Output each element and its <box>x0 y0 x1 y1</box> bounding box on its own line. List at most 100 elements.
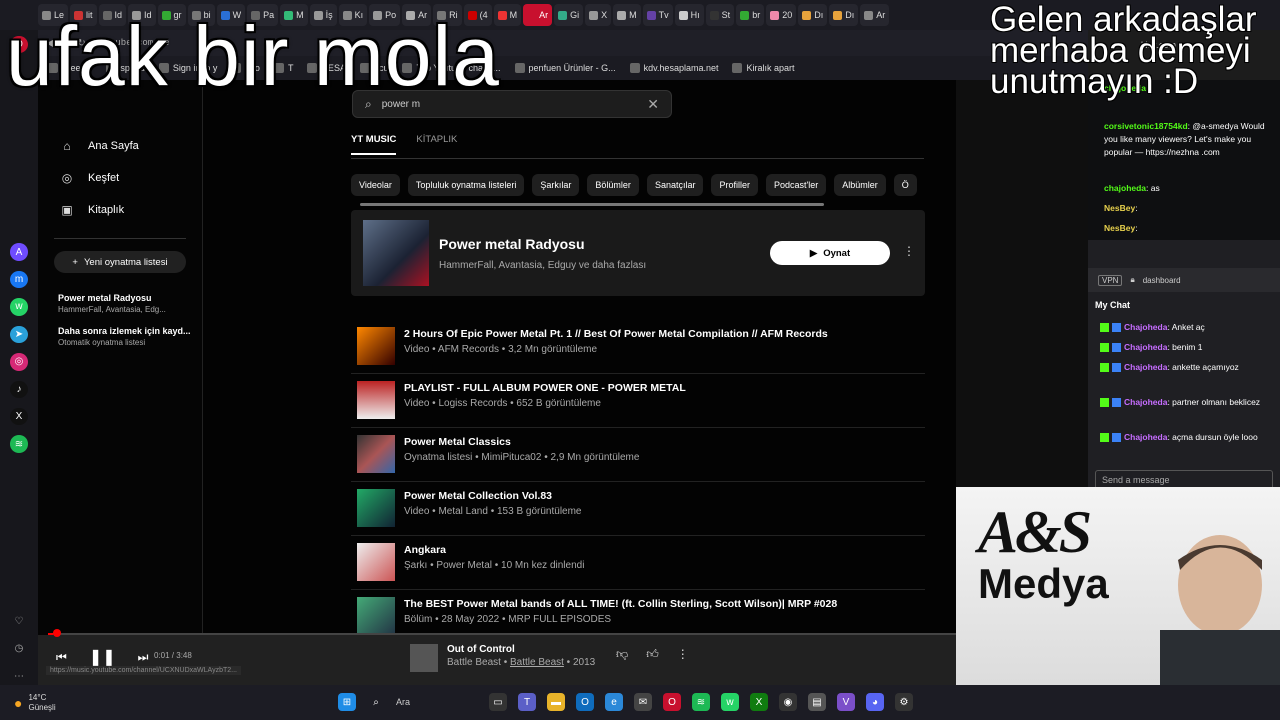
chat-username[interactable]: Chajoheda <box>1124 397 1167 407</box>
now-playing-title[interactable]: Out of Control <box>447 644 515 655</box>
bookmark-item[interactable]: penfuen Ürünler - G... <box>514 63 616 73</box>
result-title[interactable]: The BEST Power Metal bands of ALL TIME! … <box>404 598 837 610</box>
like-icon[interactable]: 👍︎ <box>646 647 659 662</box>
browser-tab[interactable]: M <box>613 4 641 26</box>
result-title[interactable]: Power Metal Classics <box>404 436 511 448</box>
filter-chip[interactable]: Videolar <box>351 174 400 196</box>
nav-explore[interactable]: ◎ Keşfet <box>38 162 202 194</box>
task-view-icon[interactable]: ▭ <box>489 693 507 711</box>
heart-icon[interactable]: ♡ <box>10 613 28 630</box>
browser-tab[interactable]: br <box>736 4 765 26</box>
tiktok-icon[interactable]: ♪ <box>10 380 28 398</box>
tab-ytmusic[interactable]: YT MUSIC <box>351 134 397 155</box>
instagram-icon[interactable]: ◎ <box>10 353 28 371</box>
next-icon[interactable]: ⏭ <box>138 650 149 665</box>
kick-username[interactable]: NesBey <box>1104 223 1135 233</box>
messenger-icon[interactable]: m <box>10 270 28 289</box>
result-title[interactable]: 2 Hours Of Epic Power Metal Pt. 1 // Bes… <box>404 328 828 340</box>
xbox-icon[interactable]: X <box>750 693 768 711</box>
edge-icon[interactable]: e <box>605 693 623 711</box>
browser-tab[interactable]: 20 <box>766 4 797 26</box>
play-button[interactable]: ▶ Oynat <box>770 241 890 265</box>
browser-tab[interactable]: X <box>585 4 612 26</box>
more-options-icon[interactable]: ⋮ <box>903 244 915 258</box>
spotify-icon[interactable]: ≋ <box>692 693 710 711</box>
chat-username[interactable]: Chajoheda <box>1124 362 1167 372</box>
history-icon[interactable]: ◷ <box>10 640 28 657</box>
chat-username[interactable]: Chajoheda <box>1124 342 1167 352</box>
search-icon[interactable]: ⌕ <box>367 693 385 711</box>
filter-chip[interactable]: Profiller <box>711 174 758 196</box>
nav-library[interactable]: ▣ Kitaplık <box>38 194 202 226</box>
progress-knob[interactable] <box>52 629 61 637</box>
aria-icon[interactable]: A <box>10 243 28 261</box>
more-icon[interactable]: ⋮ <box>677 647 689 662</box>
result-title[interactable]: Angkara <box>404 544 446 556</box>
more-icon[interactable]: ⋯ <box>10 668 28 685</box>
opera-icon[interactable]: O <box>663 693 681 711</box>
whatsapp-icon[interactable]: w <box>721 693 739 711</box>
tab-library[interactable]: KİTAPLIK <box>416 134 457 155</box>
outlook-icon[interactable]: O <box>576 693 594 711</box>
filter-chip[interactable]: Albümler <box>834 174 886 196</box>
filter-chip[interactable]: Podcast'ler <box>765 174 827 196</box>
tray-icon[interactable]: ⚙ <box>895 693 913 711</box>
app-icon[interactable]: ▤ <box>808 693 826 711</box>
whatsapp-icon[interactable]: w <box>10 298 28 316</box>
kick-username[interactable]: corsivetonic18754kd <box>1104 121 1188 131</box>
spotify-icon[interactable]: ≋ <box>10 435 28 453</box>
result-row[interactable]: Power Metal Collection Vol.83 Video • Met… <box>351 482 925 536</box>
nav-home[interactable]: ⌂ Ana Sayfa <box>38 130 202 162</box>
new-playlist-button[interactable]: + Yeni oynatma listesi <box>54 251 186 273</box>
sidebar-playlist[interactable]: Daha sonra izlemek için kayd... Otomatik… <box>38 326 202 347</box>
result-row[interactable]: Angkara Şarkı • Power Metal • 10 Mn kez d… <box>351 536 925 590</box>
result-row[interactable]: PLAYLIST - FULL ALBUM POWER ONE - POWER … <box>351 374 925 428</box>
album-link[interactable]: Battle Beast <box>510 657 564 668</box>
browser-tab[interactable]: Hı <box>674 4 704 26</box>
filter-chip[interactable]: Ö <box>893 174 917 196</box>
x-icon[interactable]: X <box>10 407 28 426</box>
chat-username[interactable]: Chajoheda <box>1124 432 1167 442</box>
top-result-card[interactable]: Power metal Radyosu HammerFall, Avantasi… <box>351 210 925 296</box>
browser-tab[interactable]: Ar <box>860 4 890 26</box>
chat-url[interactable]: dashboard <box>1143 276 1181 285</box>
chat-username[interactable]: Chajoheda <box>1124 322 1167 332</box>
browser-tab[interactable]: Gi <box>554 4 584 26</box>
result-row[interactable]: 2 Hours Of Epic Power Metal Pt. 1 // Bes… <box>351 320 925 374</box>
taskbar-search-label[interactable]: Ara <box>396 697 478 707</box>
kick-username[interactable]: chajoheda <box>1104 183 1146 193</box>
telegram-icon[interactable]: ➤ <box>10 325 28 344</box>
discord-icon[interactable]: ◕ <box>866 693 884 711</box>
artist-link[interactable]: Battle Beast <box>447 657 501 668</box>
bookmark-item[interactable]: kdv.hesaplama.net <box>629 63 718 73</box>
browser-tab[interactable]: Dı <box>798 4 828 26</box>
pause-icon[interactable]: ❚❚ <box>89 647 116 667</box>
previous-icon[interactable]: ⏮ <box>56 650 67 665</box>
result-title[interactable]: Power Metal Collection Vol.83 <box>404 490 552 502</box>
filter-chip[interactable]: Şarkılar <box>532 174 580 196</box>
filter-chip[interactable]: Sanatçılar <box>646 174 704 196</box>
sidebar-playlist[interactable]: Power metal Radyosu HammerFall, Avantasi… <box>38 293 202 314</box>
browser-tab[interactable]: Ar <box>523 4 553 26</box>
dislike-icon[interactable]: 👎︎ <box>616 647 628 662</box>
windows-start-icon[interactable]: ⊞ <box>338 693 356 711</box>
filter-chip[interactable]: Topluluk oynatma listeleri <box>407 174 525 196</box>
result-row[interactable]: Power Metal Classics Oynatma listesi • Mi… <box>351 428 925 482</box>
mail-icon[interactable]: ✉ <box>634 693 652 711</box>
obs-icon[interactable]: ◉ <box>779 693 797 711</box>
weather-widget[interactable]: ● 14°C Güneşli <box>14 693 56 713</box>
progress-bar[interactable] <box>48 629 956 637</box>
teams-icon[interactable]: T <box>518 693 536 711</box>
chips-scrollbar[interactable] <box>360 203 824 206</box>
explorer-icon[interactable]: ▬ <box>547 693 565 711</box>
kick-username[interactable]: NesBey <box>1104 203 1135 213</box>
browser-tab[interactable]: Tv <box>642 4 673 26</box>
result-title[interactable]: PLAYLIST - FULL ALBUM POWER ONE - POWER … <box>404 382 686 394</box>
vpn-badge[interactable]: VPN <box>1098 274 1123 286</box>
browser-tab[interactable]: Dı <box>829 4 859 26</box>
clear-icon[interactable]: ✕ <box>647 96 659 113</box>
filter-chip[interactable]: Bölümler <box>587 174 639 196</box>
browser-tab[interactable]: St <box>705 4 735 26</box>
vs-icon[interactable]: V <box>837 693 855 711</box>
bookmark-item[interactable]: Kiralık apart <box>732 63 795 73</box>
